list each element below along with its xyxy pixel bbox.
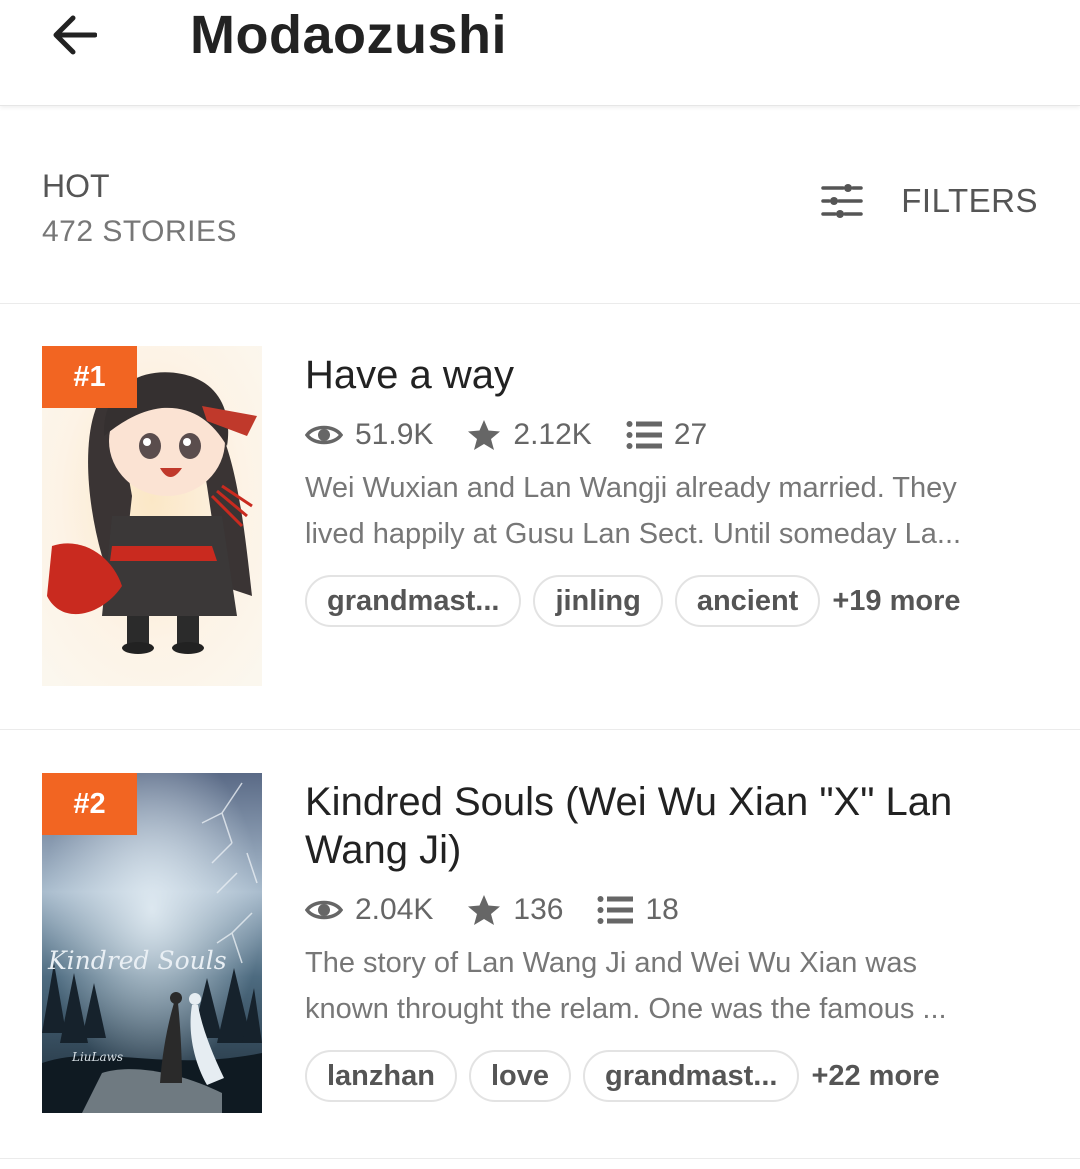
rank-badge: #1	[42, 346, 137, 408]
parts-count: 18	[645, 893, 679, 926]
story-count: 472 STORIES	[42, 215, 238, 248]
page-title: Modaozushi	[190, 5, 507, 65]
votes-stat: 136	[467, 893, 563, 927]
votes-stat: 2.12K	[467, 418, 592, 452]
more-tags-link[interactable]: +19 more	[832, 585, 960, 618]
reads-stat: 2.04K	[305, 893, 433, 927]
story-description: Wei Wuxian and Lan Wangji already marrie…	[305, 465, 1045, 557]
story-stats: 51.9K 2.12K 27	[305, 415, 1045, 455]
tag-chip[interactable]: love	[468, 1050, 571, 1102]
votes-count: 136	[513, 893, 564, 926]
more-tags-link[interactable]: +22 more	[811, 1060, 939, 1093]
reads-stat: 51.9K	[305, 418, 433, 452]
rank-badge: #2	[42, 773, 137, 835]
eye-icon	[305, 425, 343, 445]
star-icon	[468, 895, 501, 925]
story-title[interactable]: Kindred Souls (Wei Wu Xian "X" Lan Wang …	[305, 778, 1045, 874]
tag-chip[interactable]: grandmast...	[583, 1050, 800, 1102]
category-label: HOT	[42, 168, 110, 204]
tag-chip[interactable]: jinling	[533, 575, 663, 627]
description-line: lived happily at Gusu Lan Sect. Until so…	[305, 518, 962, 550]
list-header: HOT 472 STORIES FILTERS	[0, 108, 1080, 304]
filters-label: FILTERS	[901, 182, 1038, 219]
list-icon	[597, 896, 634, 924]
story-item[interactable]: #1 Have a way 51.9K 2.12K 27 Wei Wuxian …	[0, 305, 1080, 730]
story-cover[interactable]: #1	[42, 346, 262, 686]
app-bar: Modaozushi	[0, 0, 1080, 106]
tag-chip[interactable]: lanzhan	[305, 1050, 457, 1102]
parts-stat: 27	[626, 418, 707, 452]
eye-icon	[305, 900, 343, 920]
parts-count: 27	[673, 418, 708, 451]
filters-button[interactable]: FILTERS	[821, 182, 1038, 220]
parts-stat: 18	[597, 893, 679, 927]
reads-count: 51.9K	[355, 418, 434, 451]
back-arrow-icon	[53, 15, 97, 55]
story-item[interactable]: Kindred Souls LiuLaws #2 Kindred Souls (…	[0, 731, 1080, 1159]
description-line: The story of Lan Wang Ji and Wei Wu Xian…	[305, 947, 917, 979]
story-title[interactable]: Have a way	[305, 351, 1045, 399]
back-button[interactable]	[40, 5, 108, 65]
story-cover[interactable]: Kindred Souls LiuLaws #2	[42, 773, 262, 1113]
list-icon	[626, 421, 662, 449]
star-icon	[468, 420, 501, 450]
description-line: known throught the relam. One was the fa…	[305, 993, 947, 1025]
votes-count: 2.12K	[513, 418, 592, 451]
story-description: The story of Lan Wang Ji and Wei Wu Xian…	[305, 940, 1045, 1032]
story-info: Kindred Souls (Wei Wu Xian "X" Lan Wang …	[305, 778, 1045, 1102]
tag-chip[interactable]: ancient	[674, 575, 821, 627]
tag-list: grandmast... jinling ancient +19 more	[305, 575, 1045, 627]
description-line: Wei Wuxian and Lan Wangji already marrie…	[305, 472, 957, 504]
story-stats: 2.04K 136 18	[305, 890, 1045, 930]
cover-title-text: Kindred Souls	[47, 946, 227, 975]
tag-chip[interactable]: grandmast...	[305, 575, 522, 627]
reads-count: 2.04K	[355, 893, 434, 926]
story-info: Have a way 51.9K 2.12K 27 Wei Wuxian and…	[305, 351, 1045, 627]
cover-signature: LiuLaws	[71, 1050, 123, 1064]
filters-sliders-icon	[821, 184, 863, 218]
tag-list: lanzhan love grandmast... +22 more	[305, 1050, 1045, 1102]
